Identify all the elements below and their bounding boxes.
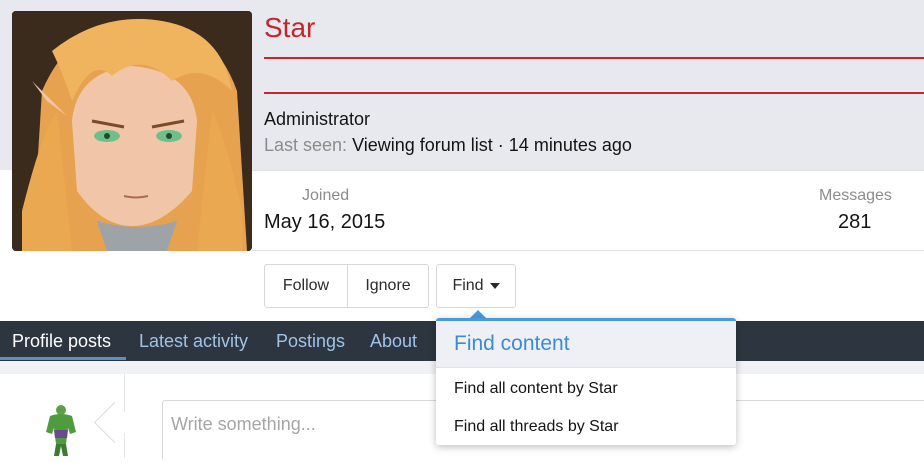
- profile-role: Administrator: [264, 109, 371, 129]
- profile-username: Star: [264, 12, 316, 43]
- tab-profile-posts[interactable]: Profile posts: [12, 331, 111, 352]
- caret-down-icon: [489, 283, 500, 289]
- messages-value[interactable]: 281: [838, 211, 871, 234]
- messages-label: Messages: [819, 187, 892, 204]
- divider: [252, 250, 924, 251]
- profile-post-placeholder: Write something...: [171, 414, 316, 434]
- last-seen: Last seen: Viewing forum list · 14 minut…: [264, 135, 632, 156]
- find-dropdown-menu: Find content Find all content by Star Fi…: [436, 318, 736, 445]
- follow-button[interactable]: Follow: [265, 265, 348, 307]
- last-seen-label: Last seen:: [264, 135, 348, 155]
- joined-value: May 16, 2015: [264, 211, 386, 233]
- tab-latest-activity[interactable]: Latest activity: [139, 331, 248, 352]
- joined-label: Joined: [302, 187, 350, 204]
- find-all-threads-link[interactable]: Find all threads by Star: [454, 418, 619, 436]
- profile-avatar[interactable]: [12, 11, 252, 251]
- hulk-avatar-image: [30, 400, 91, 458]
- find-all-content-link[interactable]: Find all content by Star: [454, 380, 618, 398]
- find-menu-header: Find content: [436, 321, 736, 368]
- title-underline: [264, 57, 924, 59]
- current-user-avatar[interactable]: [30, 400, 91, 458]
- tab-about[interactable]: About: [370, 331, 417, 352]
- find-button[interactable]: Find: [436, 264, 516, 308]
- title-underline-lower: [264, 92, 924, 94]
- ignore-button[interactable]: Ignore: [348, 265, 428, 307]
- find-menu-title: Find content: [454, 332, 570, 355]
- find-button-label: Find: [452, 277, 484, 294]
- follow-ignore-group: Follow Ignore: [264, 264, 429, 308]
- last-seen-value: Viewing forum list · 14 minutes ago: [352, 135, 632, 155]
- avatar-image: [12, 11, 252, 251]
- active-tab-indicator: [0, 357, 126, 360]
- divider: [252, 170, 924, 171]
- tab-postings[interactable]: Postings: [276, 331, 345, 352]
